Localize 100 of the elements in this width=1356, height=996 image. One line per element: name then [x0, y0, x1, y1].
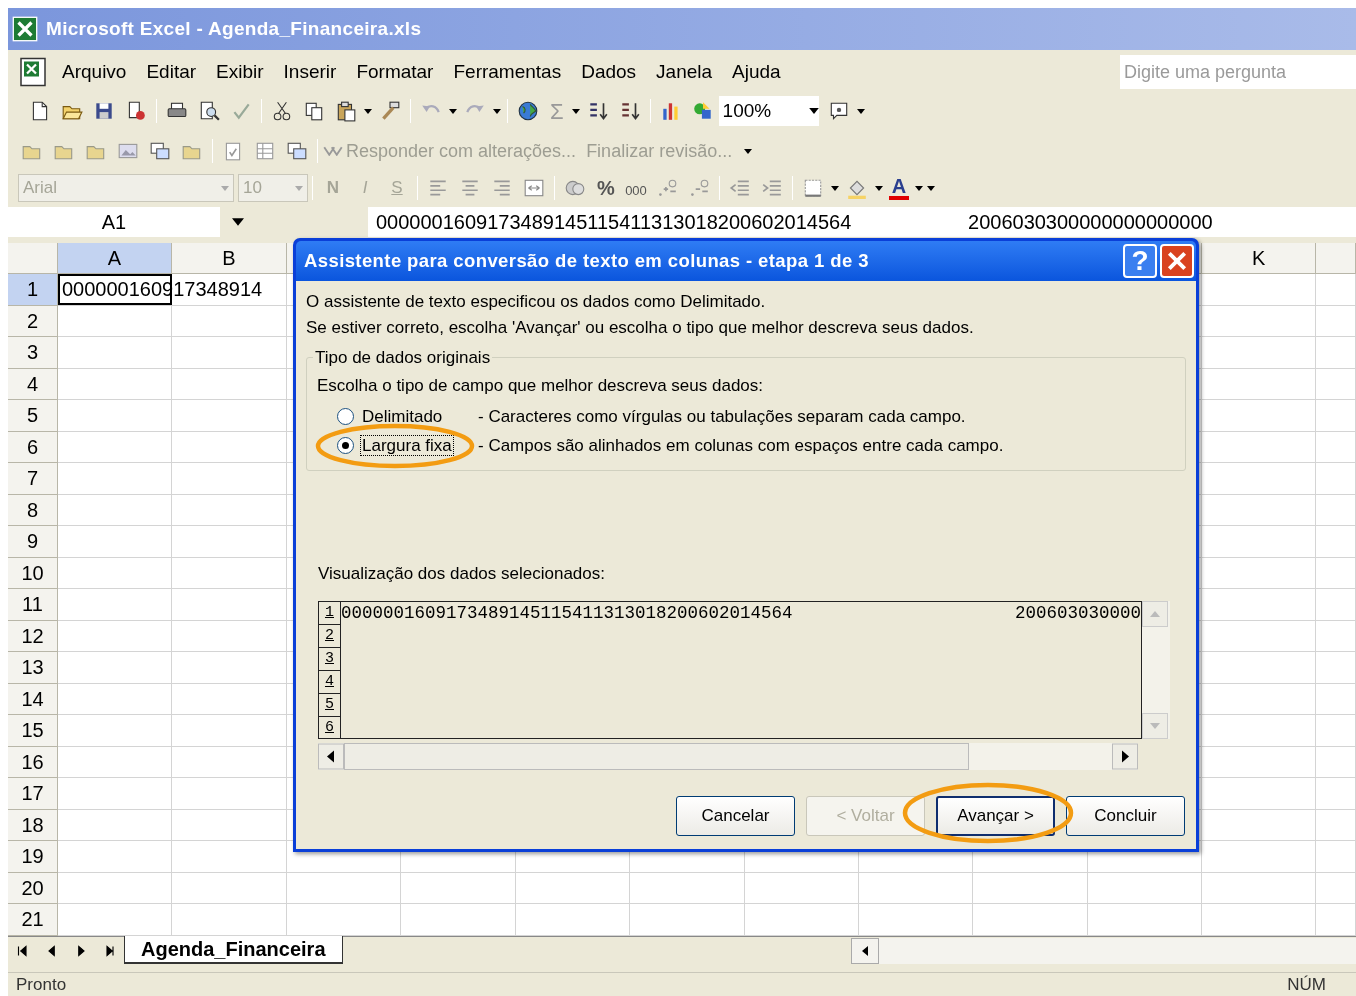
table-cell[interactable]: [58, 872, 172, 904]
table-cell[interactable]: [58, 368, 172, 400]
horizontal-scrollbar[interactable]: [318, 742, 1138, 770]
table-cell[interactable]: [58, 620, 172, 652]
menu-item[interactable]: Ferramentas: [453, 57, 562, 87]
menu-item[interactable]: Inserir: [283, 57, 337, 87]
table-cell[interactable]: [1202, 557, 1317, 589]
table-cell[interactable]: [1202, 368, 1317, 400]
formula-field[interactable]: 0000001609173489145115411313018200602014564 2006030300000000000000: [368, 207, 1356, 237]
table-cell[interactable]: [744, 904, 859, 936]
table-cell[interactable]: [58, 904, 172, 936]
table-cell[interactable]: [1202, 494, 1317, 526]
caret-icon[interactable]: [875, 185, 883, 191]
dialog-button[interactable]: Avançar >: [936, 795, 1055, 836]
question-field[interactable]: Digite uma pergunta: [1120, 55, 1356, 89]
table-cell[interactable]: [858, 904, 974, 936]
table-cell[interactable]: [1202, 841, 1317, 873]
table-cell[interactable]: [172, 431, 287, 463]
table-cell[interactable]: [1316, 557, 1356, 589]
close-button[interactable]: [1160, 244, 1194, 278]
table-cell[interactable]: [1202, 589, 1317, 621]
row-header[interactable]: 2: [8, 305, 58, 337]
paste-icon[interactable]: [335, 100, 357, 122]
table-cell[interactable]: [58, 778, 172, 810]
radio-label[interactable]: Delimitado: [360, 405, 445, 427]
table-cell[interactable]: [1316, 368, 1356, 400]
table-cell[interactable]: [1202, 431, 1317, 463]
table-cell[interactable]: [172, 337, 287, 369]
table-cell[interactable]: [1316, 904, 1356, 936]
table-cell[interactable]: [287, 904, 402, 936]
table-cell[interactable]: [172, 400, 287, 432]
table-cell[interactable]: [172, 904, 287, 936]
table-cell[interactable]: [1316, 400, 1356, 432]
merge-cells-icon[interactable]: [523, 177, 545, 199]
table-cell[interactable]: [1316, 715, 1356, 747]
windows-icon[interactable]: [286, 140, 308, 162]
caret-icon[interactable]: [232, 218, 244, 226]
menu-item[interactable]: Exibir: [216, 57, 264, 87]
caret-icon[interactable]: [744, 148, 753, 154]
radio-button[interactable]: [337, 437, 354, 454]
menu-item[interactable]: Editar: [146, 57, 197, 87]
table-cell[interactable]: [58, 526, 172, 558]
table-cell[interactable]: [1316, 872, 1356, 904]
table-cell[interactable]: [1202, 809, 1317, 841]
table-cell[interactable]: [1202, 904, 1317, 936]
row-header[interactable]: 7: [8, 463, 58, 495]
row-header[interactable]: 8: [8, 494, 58, 526]
caret-icon[interactable]: [364, 108, 372, 114]
sheet-tab[interactable]: Agenda_Financeira: [124, 936, 343, 964]
table-cell[interactable]: [1316, 494, 1356, 526]
scrollbar-thumb[interactable]: [344, 742, 969, 770]
table-cell[interactable]: [973, 904, 1088, 936]
caret-icon[interactable]: [808, 108, 819, 114]
dialog-button[interactable]: Concluir: [1066, 795, 1185, 836]
help-button[interactable]: ?: [1123, 244, 1157, 278]
table-cell[interactable]: [58, 683, 172, 715]
table-cell[interactable]: [172, 809, 287, 841]
table-cell[interactable]: [172, 683, 287, 715]
table-cell[interactable]: [1316, 463, 1356, 495]
table-cell[interactable]: [1202, 778, 1317, 810]
workbook-icon[interactable]: [18, 56, 48, 88]
format-painter-icon[interactable]: [379, 100, 401, 122]
table-cell[interactable]: [1316, 746, 1356, 778]
caret-icon[interactable]: [831, 185, 839, 191]
row-header[interactable]: 10: [8, 557, 58, 589]
row-header[interactable]: 11: [8, 589, 58, 621]
table-cell[interactable]: [172, 715, 287, 747]
radio-label[interactable]: Largura fixa: [360, 434, 454, 456]
column-header[interactable]: [1316, 243, 1356, 274]
dialog-button[interactable]: Cancelar: [676, 795, 795, 836]
menu-item[interactable]: Janela: [656, 57, 713, 87]
table-cell[interactable]: [515, 904, 631, 936]
cut-icon[interactable]: [271, 100, 293, 122]
decrease-decimal-icon[interactable]: [688, 177, 710, 199]
row-header[interactable]: 16: [8, 746, 58, 778]
table-cell[interactable]: [172, 368, 287, 400]
table-cell[interactable]: [172, 746, 287, 778]
globe-icon[interactable]: [517, 100, 539, 122]
table-grid-icon[interactable]: [254, 140, 276, 162]
table-cell[interactable]: [172, 305, 287, 337]
table-cell[interactable]: [630, 872, 745, 904]
table-cell[interactable]: [1316, 652, 1356, 684]
table-cell[interactable]: [58, 463, 172, 495]
table-cell[interactable]: [1202, 274, 1317, 306]
table-cell[interactable]: [58, 494, 172, 526]
windows-icon[interactable]: [149, 140, 171, 162]
scroll-left-button[interactable]: [850, 938, 879, 964]
row-header[interactable]: 9: [8, 526, 58, 558]
table-cell[interactable]: [1202, 872, 1317, 904]
table-cell[interactable]: [401, 872, 516, 904]
table-cell[interactable]: [1316, 274, 1356, 306]
column-header[interactable]: K: [1202, 243, 1317, 274]
scroll-right-icon[interactable]: [1112, 742, 1138, 770]
table-cell[interactable]: [58, 305, 172, 337]
table-cell[interactable]: [58, 557, 172, 589]
name-box[interactable]: A1: [8, 207, 220, 237]
row-header[interactable]: 19: [8, 841, 58, 873]
table-cell[interactable]: [515, 872, 631, 904]
column-header[interactable]: B: [172, 243, 287, 274]
table-cell[interactable]: [1202, 305, 1317, 337]
